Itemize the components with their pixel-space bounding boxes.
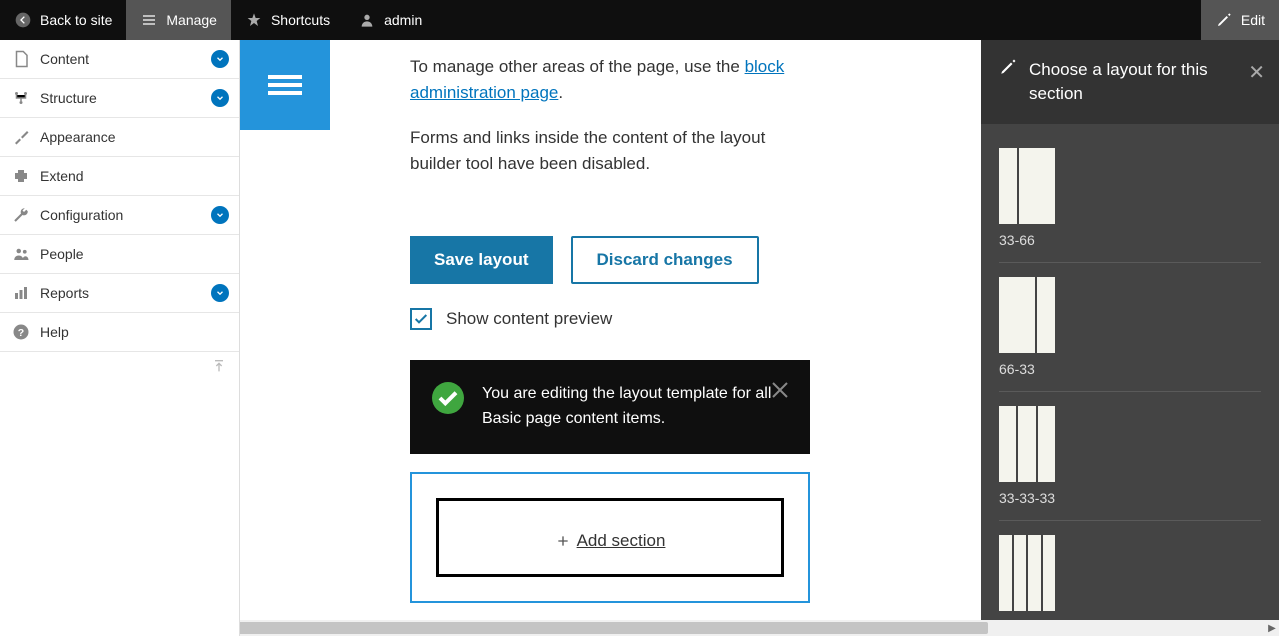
shortcuts-label: Shortcuts	[271, 12, 330, 28]
status-message: You are editing the layout template for …	[410, 360, 810, 454]
section-inner: Add section	[436, 498, 784, 577]
hamburger-icon	[140, 11, 158, 29]
sidebar-label: People	[40, 246, 84, 262]
pencil-icon	[999, 58, 1017, 81]
layout-option-label: 33-66	[999, 232, 1261, 248]
wrench-icon	[12, 206, 30, 224]
sidebar-item-help[interactable]: ? Help	[0, 313, 239, 352]
close-panel-button[interactable]: ✕	[1248, 60, 1265, 85]
sidebar-item-content[interactable]: Content	[0, 40, 239, 79]
manage-button[interactable]: Manage	[126, 0, 231, 40]
manage-label: Manage	[166, 12, 217, 28]
scroll-right-arrow[interactable]: ▶	[1265, 623, 1279, 634]
brush-icon	[12, 128, 30, 146]
check-circle-icon	[432, 382, 464, 414]
layout-section: Add section	[410, 472, 810, 603]
layout-option-label: 66-33	[999, 361, 1261, 377]
sidebar-item-extend[interactable]: Extend	[0, 157, 239, 196]
sidebar-item-people[interactable]: People	[0, 235, 239, 274]
edit-button[interactable]: Edit	[1201, 0, 1279, 40]
save-layout-button[interactable]: Save layout	[410, 236, 553, 284]
back-arrow-icon	[14, 11, 32, 29]
admin-sidebar: Content Structure Appearance Extend Conf…	[0, 40, 240, 636]
help-icon: ?	[12, 323, 30, 341]
intro-paragraph-1: To manage other areas of the page, use t…	[410, 54, 810, 105]
pencil-icon	[1215, 11, 1233, 29]
user-button[interactable]: admin	[344, 0, 436, 40]
intro-paragraph-2: Forms and links inside the content of th…	[410, 125, 810, 176]
sidebar-label: Appearance	[40, 129, 116, 145]
layout-option-25-25-25-25[interactable]: 25-25-25-25	[999, 521, 1261, 620]
back-to-site-button[interactable]: Back to site	[0, 0, 126, 40]
status-text: You are editing the layout template for …	[482, 382, 788, 432]
sidebar-label: Structure	[40, 90, 97, 106]
show-preview-label: Show content preview	[446, 309, 612, 329]
layout-option-33-33-33[interactable]: 33-33-33	[999, 392, 1261, 521]
sidebar-label: Configuration	[40, 207, 123, 223]
discard-changes-button[interactable]: Discard changes	[571, 236, 759, 284]
plus-icon	[555, 533, 571, 549]
close-status-button[interactable]	[768, 378, 792, 402]
chevron-down-icon	[211, 50, 229, 68]
puzzle-icon	[12, 167, 30, 185]
layout-options-list[interactable]: 33-66 66-33 33-33-33 25-25-25-25	[981, 124, 1279, 620]
sidebar-label: Reports	[40, 285, 89, 301]
layout-option-66-33[interactable]: 66-33	[999, 263, 1261, 392]
structure-icon	[12, 89, 30, 107]
star-icon	[245, 11, 263, 29]
back-label: Back to site	[40, 12, 112, 28]
people-icon	[12, 245, 30, 263]
layout-option-label: 33-33-33	[999, 490, 1261, 506]
show-preview-checkbox[interactable]	[410, 308, 432, 330]
sidebar-item-reports[interactable]: Reports	[0, 274, 239, 313]
edit-label: Edit	[1241, 12, 1265, 28]
sidebar-item-structure[interactable]: Structure	[0, 79, 239, 118]
sidebar-label: Content	[40, 51, 89, 67]
sidebar-item-configuration[interactable]: Configuration	[0, 196, 239, 235]
sidebar-label: Extend	[40, 168, 84, 184]
top-toolbar: Back to site Manage Shortcuts admin Ed	[0, 0, 1279, 40]
shortcuts-button[interactable]: Shortcuts	[231, 0, 344, 40]
add-section-link[interactable]: Add section	[555, 531, 666, 551]
chevron-down-icon	[211, 206, 229, 224]
panel-title: Choose a layout for this section	[1029, 58, 1261, 106]
chevron-down-icon	[211, 284, 229, 302]
layout-option-33-66[interactable]: 33-66	[999, 134, 1261, 263]
chevron-down-icon	[211, 89, 229, 107]
sidebar-label: Help	[40, 324, 69, 340]
layout-option-label: 25-25-25-25	[999, 619, 1261, 620]
sidebar-item-appearance[interactable]: Appearance	[0, 118, 239, 157]
collapse-sidebar-button[interactable]	[0, 352, 239, 385]
reports-icon	[12, 284, 30, 302]
file-icon	[12, 50, 30, 68]
layout-builder-menu-button[interactable]	[240, 40, 330, 130]
user-label: admin	[384, 12, 422, 28]
layout-chooser-panel: Choose a layout for this section ✕ 33-66…	[981, 40, 1279, 620]
user-icon	[358, 11, 376, 29]
svg-text:?: ?	[18, 327, 24, 339]
